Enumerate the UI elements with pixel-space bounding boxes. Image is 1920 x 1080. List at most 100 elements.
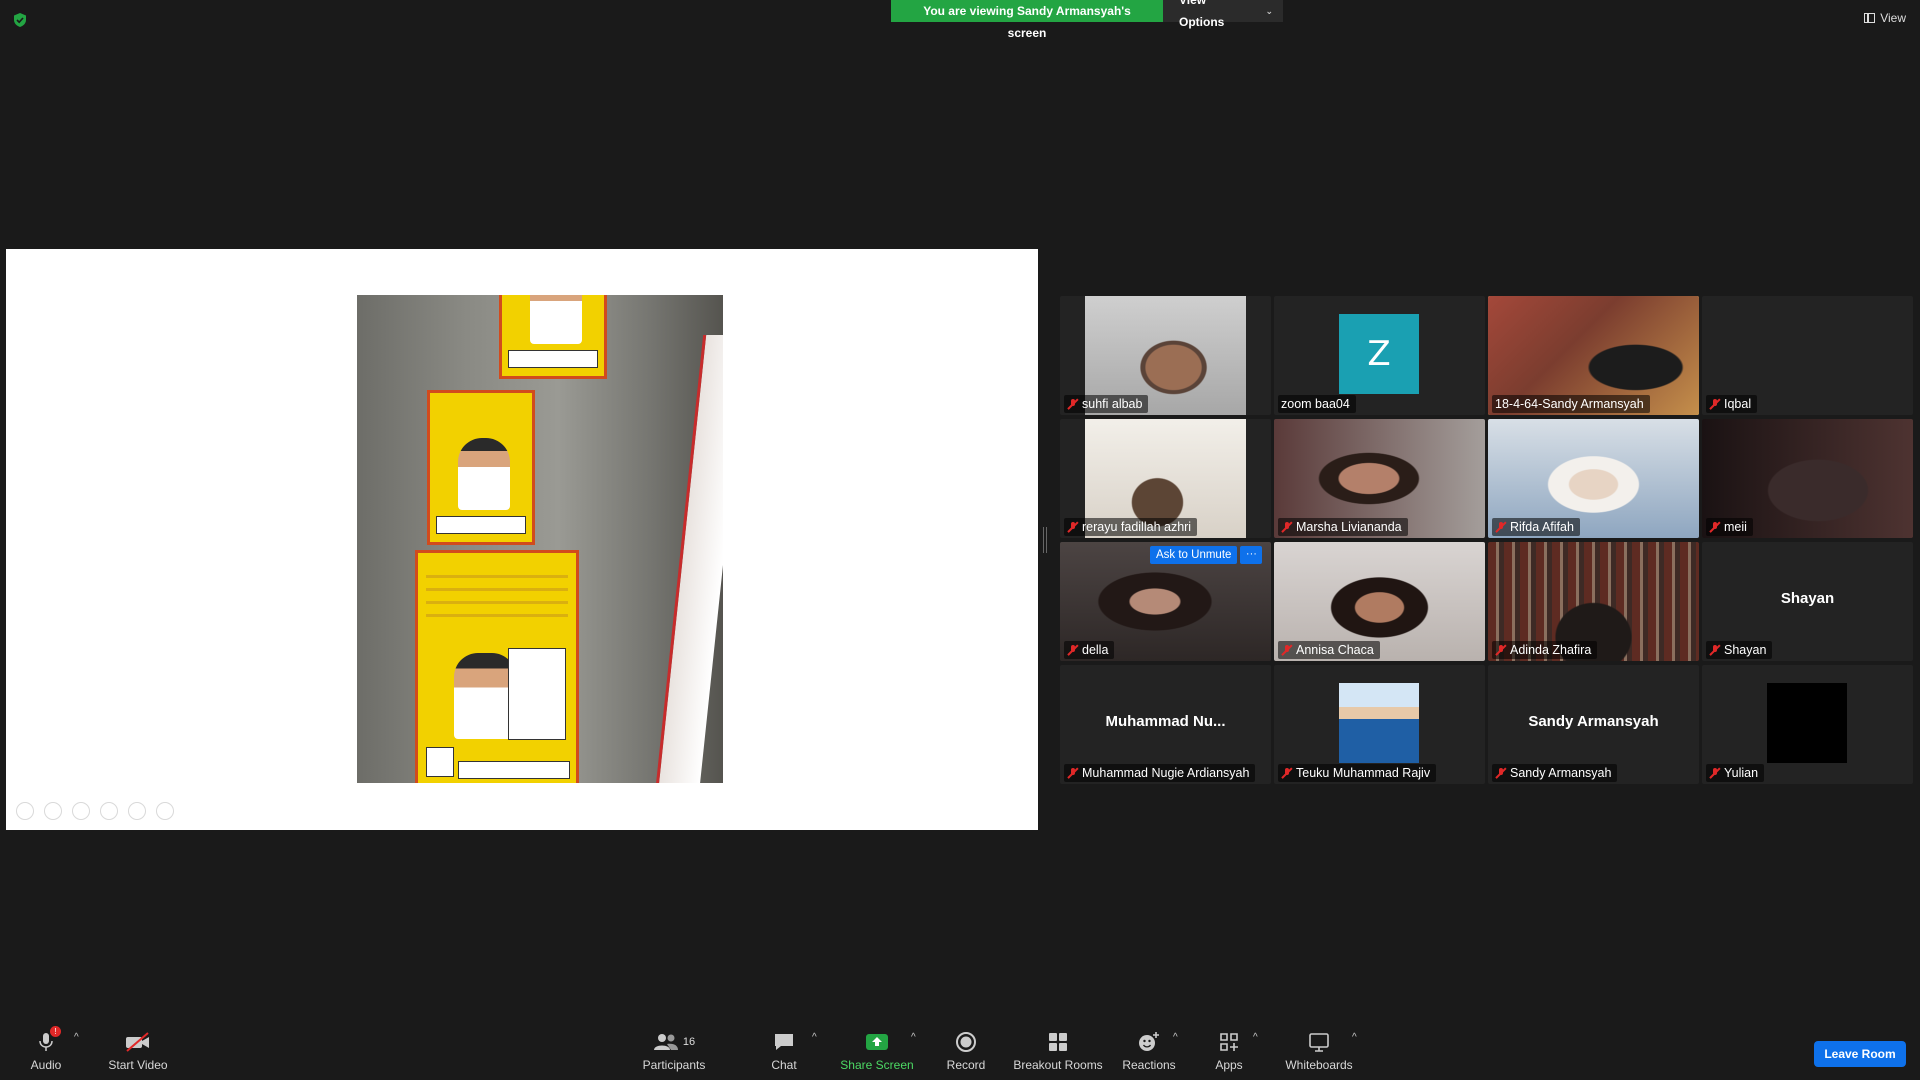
chat-button[interactable]: Chat <box>734 1030 834 1072</box>
prev-slide-icon[interactable] <box>16 802 34 820</box>
share-caret-icon[interactable]: ^ <box>911 1032 916 1043</box>
participants-count: 16 <box>682 1036 696 1048</box>
breakout-rooms-label: Breakout Rooms <box>1013 1058 1103 1072</box>
shared-screen-area[interactable] <box>6 249 1038 830</box>
more-options-button[interactable]: ··· <box>1240 546 1263 564</box>
more-options-icon[interactable] <box>156 802 174 820</box>
view-options-button[interactable]: View Options ⌄ <box>1163 0 1283 29</box>
participant-name-tag: meii <box>1706 518 1753 536</box>
participant-name: suhfi albab <box>1082 397 1143 411</box>
participant-tile[interactable]: Shayan Shayan <box>1702 542 1913 661</box>
participant-name: zoom baa04 <box>1281 397 1350 411</box>
mic-muted-icon <box>1281 644 1293 656</box>
participant-name: Muhammad Nugie Ardiansyah <box>1082 766 1250 780</box>
participant-tile[interactable]: Rifda Afifah <box>1488 419 1699 538</box>
participant-tile[interactable]: rerayu fadillah azhri <box>1060 419 1271 538</box>
audio-button[interactable]: ! Audio <box>0 1026 96 1072</box>
participants-button[interactable]: 16 Participants <box>624 1030 724 1072</box>
participant-name: 18-4-64-Sandy Armansyah <box>1495 397 1644 411</box>
share-screen-label: Share Screen <box>840 1058 914 1072</box>
mic-muted-icon <box>1067 521 1079 533</box>
participant-name: Sandy Armansyah <box>1510 766 1612 780</box>
participant-avatar: Z <box>1339 314 1419 394</box>
participant-name-tag: Muhammad Nugie Ardiansyah <box>1064 764 1256 782</box>
participant-name: Marsha Liviananda <box>1296 520 1402 534</box>
smiley-plus-icon <box>1137 1030 1161 1054</box>
view-label: View <box>1880 11 1906 25</box>
shield-check-icon[interactable] <box>12 12 28 28</box>
participant-name: Teuku Muhammad Rajiv <box>1296 766 1431 780</box>
participant-tile-active-speaker[interactable]: 18-4-64-Sandy Armansyah <box>1488 296 1699 415</box>
participant-tile[interactable]: Ask to Unmute ··· della <box>1060 542 1271 661</box>
slide-controls <box>16 802 174 820</box>
participant-name-tag: suhfi albab <box>1064 395 1149 413</box>
participant-tile[interactable]: Annisa Chaca <box>1274 542 1485 661</box>
chevron-down-icon: ⌄ <box>1265 6 1273 16</box>
mic-muted-icon <box>1281 767 1293 779</box>
slides-icon[interactable] <box>100 802 118 820</box>
audio-caret-icon[interactable]: ^ <box>74 1032 79 1043</box>
whiteboards-label: Whiteboards <box>1285 1058 1353 1072</box>
participant-tile[interactable]: Yulian <box>1702 665 1913 784</box>
microphone-icon: ! <box>37 1026 61 1054</box>
apps-button[interactable]: Apps <box>1179 1030 1279 1072</box>
participant-tile[interactable]: suhfi albab <box>1060 296 1271 415</box>
record-label: Record <box>946 1058 986 1072</box>
participant-tile[interactable]: Sandy Armansyah Sandy Armansyah <box>1488 665 1699 784</box>
participant-name-tag: Sandy Armansyah <box>1492 764 1618 782</box>
mic-muted-icon <box>1495 521 1507 533</box>
hover-actions: Ask to Unmute ··· <box>1150 546 1263 564</box>
leave-room-button[interactable]: Leave Room <box>1814 1041 1906 1067</box>
shared-slide-photo <box>357 295 723 783</box>
participant-name: Annisa Chaca <box>1296 643 1374 657</box>
participants-icon: 16 <box>653 1030 695 1054</box>
ask-to-unmute-button[interactable]: Ask to Unmute <box>1150 546 1238 564</box>
mic-muted-icon <box>1067 644 1079 656</box>
breakout-rooms-icon <box>1047 1030 1069 1054</box>
participants-label: Participants <box>642 1058 706 1072</box>
chat-caret-icon[interactable]: ^ <box>812 1032 817 1043</box>
next-slide-icon[interactable] <box>44 802 62 820</box>
participant-tile[interactable]: meii <box>1702 419 1913 538</box>
whiteboards-caret-icon[interactable]: ^ <box>1352 1032 1357 1043</box>
pen-icon[interactable] <box>72 802 90 820</box>
participant-tile[interactable]: Adinda Zhafira <box>1488 542 1699 661</box>
banner-strip-graphic <box>654 335 723 783</box>
participant-gallery: suhfi albab Z zoom baa04 18-4-64-Sandy A… <box>1060 296 1913 784</box>
view-options-label: View Options <box>1179 0 1225 29</box>
participant-tile[interactable]: Teuku Muhammad Rajiv <box>1274 665 1485 784</box>
record-button[interactable]: Record <box>916 1030 1016 1072</box>
record-icon <box>955 1030 977 1054</box>
apps-label: Apps <box>1215 1058 1243 1072</box>
participant-profile-photo <box>1767 683 1847 763</box>
reactions-label: Reactions <box>1122 1058 1176 1072</box>
alert-badge: ! <box>50 1026 61 1037</box>
participant-name-tag: Iqbal <box>1706 395 1758 413</box>
view-layout-button[interactable]: View <box>1864 11 1906 25</box>
campaign-poster-top <box>499 295 607 379</box>
participant-tile[interactable]: Z zoom baa04 <box>1274 296 1485 415</box>
reactions-caret-icon[interactable]: ^ <box>1173 1032 1178 1043</box>
zoom-meeting-window: You are viewing Sandy Armansyah's screen… <box>0 0 1920 1080</box>
breakout-rooms-button[interactable]: Breakout Rooms <box>1008 1030 1108 1072</box>
video-off-icon <box>124 1030 152 1054</box>
start-video-label: Start Video <box>108 1058 168 1072</box>
participant-tile[interactable]: Marsha Liviananda <box>1274 419 1485 538</box>
zoom-icon[interactable] <box>128 802 146 820</box>
chat-icon <box>773 1030 795 1054</box>
audio-label: Audio <box>30 1058 62 1072</box>
participant-name: Adinda Zhafira <box>1510 643 1592 657</box>
mic-muted-icon <box>1067 398 1079 410</box>
campaign-poster-middle <box>427 390 535 545</box>
participant-name-tag: Rifda Afifah <box>1492 518 1580 536</box>
participant-tile[interactable]: Iqbal <box>1702 296 1913 415</box>
gallery-view-icon <box>1864 13 1876 23</box>
participant-name: Iqbal <box>1724 397 1752 411</box>
chat-label: Chat <box>771 1058 797 1072</box>
participant-name: Rifda Afifah <box>1510 520 1574 534</box>
split-resize-handle[interactable] <box>1043 527 1047 553</box>
share-screen-icon <box>865 1030 889 1054</box>
apps-caret-icon[interactable]: ^ <box>1253 1032 1258 1043</box>
participant-tile[interactable]: Muhammad Nu... Muhammad Nugie Ardiansyah <box>1060 665 1271 784</box>
start-video-button[interactable]: Start Video <box>88 1030 188 1072</box>
